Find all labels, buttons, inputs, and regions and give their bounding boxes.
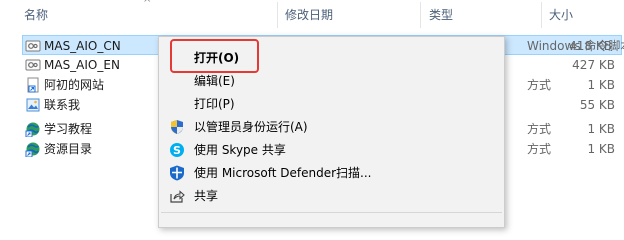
annotation-highlight-box	[170, 39, 259, 73]
file-size: 1 KB	[587, 78, 615, 92]
file-type: 方式	[527, 78, 552, 92]
svg-text:S: S	[173, 144, 181, 157]
menu-item-edit[interactable]: 编辑(E)	[159, 70, 504, 92]
cmd-script-icon	[25, 40, 41, 52]
menu-item-run-as-admin[interactable]: 以管理员身份运行(A)	[159, 116, 504, 138]
menu-item-label: 使用 Microsoft Defender扫描...	[194, 166, 372, 180]
menu-item-label: 以管理员身份运行(A)	[194, 120, 308, 134]
menu-item-print[interactable]: 打印(P)	[159, 93, 504, 115]
uac-shield-icon	[171, 120, 183, 134]
column-header: 名称 ^ 修改日期 类型 大小	[0, 0, 624, 30]
column-name-header[interactable]: 名称	[24, 0, 48, 30]
column-modified-header[interactable]: 修改日期	[285, 0, 333, 30]
file-name[interactable]: MAS_AIO_EN	[44, 55, 120, 75]
menu-item-label: 编辑(E)	[194, 74, 235, 88]
file-type: 方式	[527, 122, 552, 136]
file-name[interactable]: MAS_AIO_CN	[44, 36, 121, 56]
column-divider[interactable]	[277, 2, 278, 28]
column-size-header[interactable]: 大小	[549, 0, 573, 30]
column-divider[interactable]	[541, 2, 542, 28]
file-name[interactable]: 学习教程	[44, 119, 92, 139]
shortcut-icon	[27, 77, 39, 93]
menu-item-label: 共享	[194, 189, 219, 203]
skype-icon: S	[170, 143, 184, 157]
defender-shield-icon	[170, 165, 184, 181]
globe-shortcut-icon	[25, 122, 40, 137]
menu-item-share[interactable]: 共享	[159, 185, 504, 207]
column-divider[interactable]	[420, 2, 421, 28]
image-icon	[26, 98, 40, 112]
file-type: 方式	[527, 142, 552, 156]
menu-item-label: 使用 Skype 共享	[194, 143, 286, 157]
file-name[interactable]: 阿初的网站	[44, 75, 104, 95]
file-size: 427 KB	[572, 58, 615, 72]
column-type-header[interactable]: 类型	[429, 0, 453, 30]
globe-shortcut-icon	[25, 142, 40, 157]
file-name[interactable]: 资源目录	[44, 139, 92, 159]
sort-ascending-icon: ^	[143, 0, 152, 9]
menu-item-defender-scan[interactable]: 使用 Microsoft Defender扫描...	[159, 162, 504, 184]
menu-item-skype-share[interactable]: S 使用 Skype 共享	[159, 139, 504, 161]
share-icon	[170, 190, 185, 203]
file-size: 55 KB	[579, 98, 615, 112]
file-name[interactable]: 联系我	[44, 95, 80, 115]
menu-item-label: 打印(P)	[194, 97, 235, 111]
file-size: 1 KB	[587, 142, 615, 156]
file-size: 1 KB	[587, 122, 615, 136]
file-size: 418 KB	[569, 39, 612, 53]
cmd-script-icon	[25, 59, 41, 71]
menu-separator	[161, 212, 502, 213]
